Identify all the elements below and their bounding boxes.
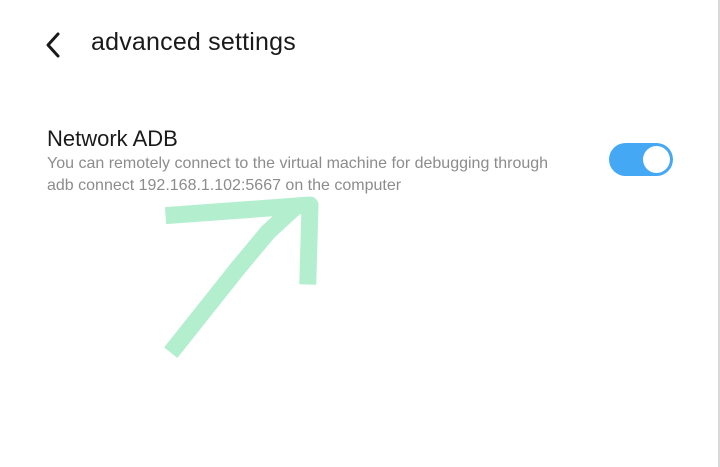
chevron-left-icon bbox=[46, 32, 60, 58]
toggle-knob bbox=[643, 146, 670, 173]
header: advanced settings bbox=[0, 0, 718, 90]
network-adb-setting[interactable]: Network ADB You can remotely connect to … bbox=[0, 115, 718, 205]
network-adb-toggle[interactable] bbox=[609, 143, 673, 176]
setting-title: Network ADB bbox=[47, 126, 178, 151]
advanced-settings-screen: advanced settings Network ADB You can re… bbox=[0, 0, 720, 467]
setting-description: You can remotely connect to the virtual … bbox=[47, 155, 549, 194]
page-title: advanced settings bbox=[91, 28, 296, 56]
back-button[interactable] bbox=[36, 26, 70, 64]
